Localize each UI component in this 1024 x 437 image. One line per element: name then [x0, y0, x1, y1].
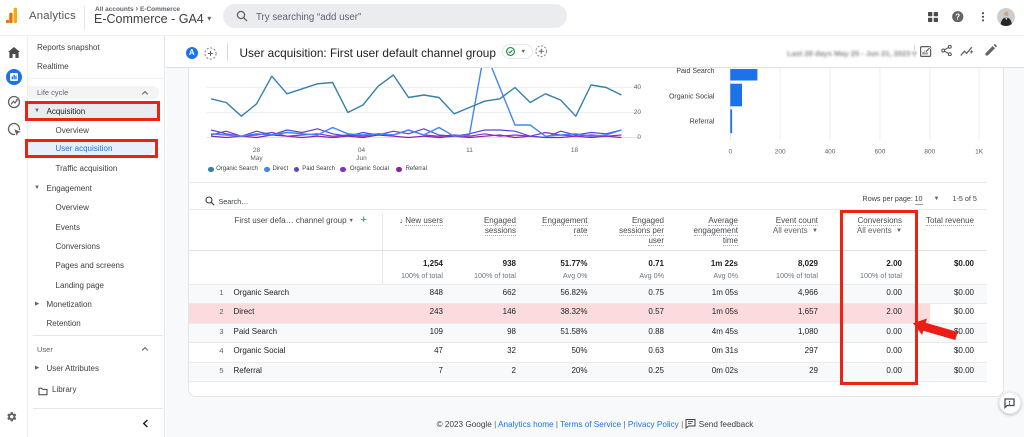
- svg-text:Paid Search: Paid Search: [676, 68, 714, 75]
- svg-text:Jun: Jun: [356, 155, 367, 162]
- svg-text:May: May: [250, 155, 263, 162]
- svg-text:28: 28: [252, 147, 260, 154]
- svg-text:0: 0: [637, 134, 641, 141]
- svg-text:400: 400: [824, 149, 835, 156]
- svg-text:40: 40: [633, 84, 641, 91]
- svg-text:200: 200: [774, 149, 785, 156]
- svg-text:?: ?: [955, 12, 960, 21]
- svg-text:11: 11: [466, 147, 473, 154]
- svg-text:20: 20: [633, 109, 641, 116]
- svg-text:1K: 1K: [975, 149, 984, 156]
- svg-text:18: 18: [570, 147, 578, 154]
- svg-text:Organic Social: Organic Social: [668, 94, 714, 101]
- svg-text:0: 0: [728, 149, 732, 156]
- svg-text:800: 800: [924, 149, 935, 156]
- svg-text:04: 04: [357, 147, 365, 154]
- svg-text:600: 600: [874, 149, 885, 156]
- svg-text:Referral: Referral: [689, 119, 714, 126]
